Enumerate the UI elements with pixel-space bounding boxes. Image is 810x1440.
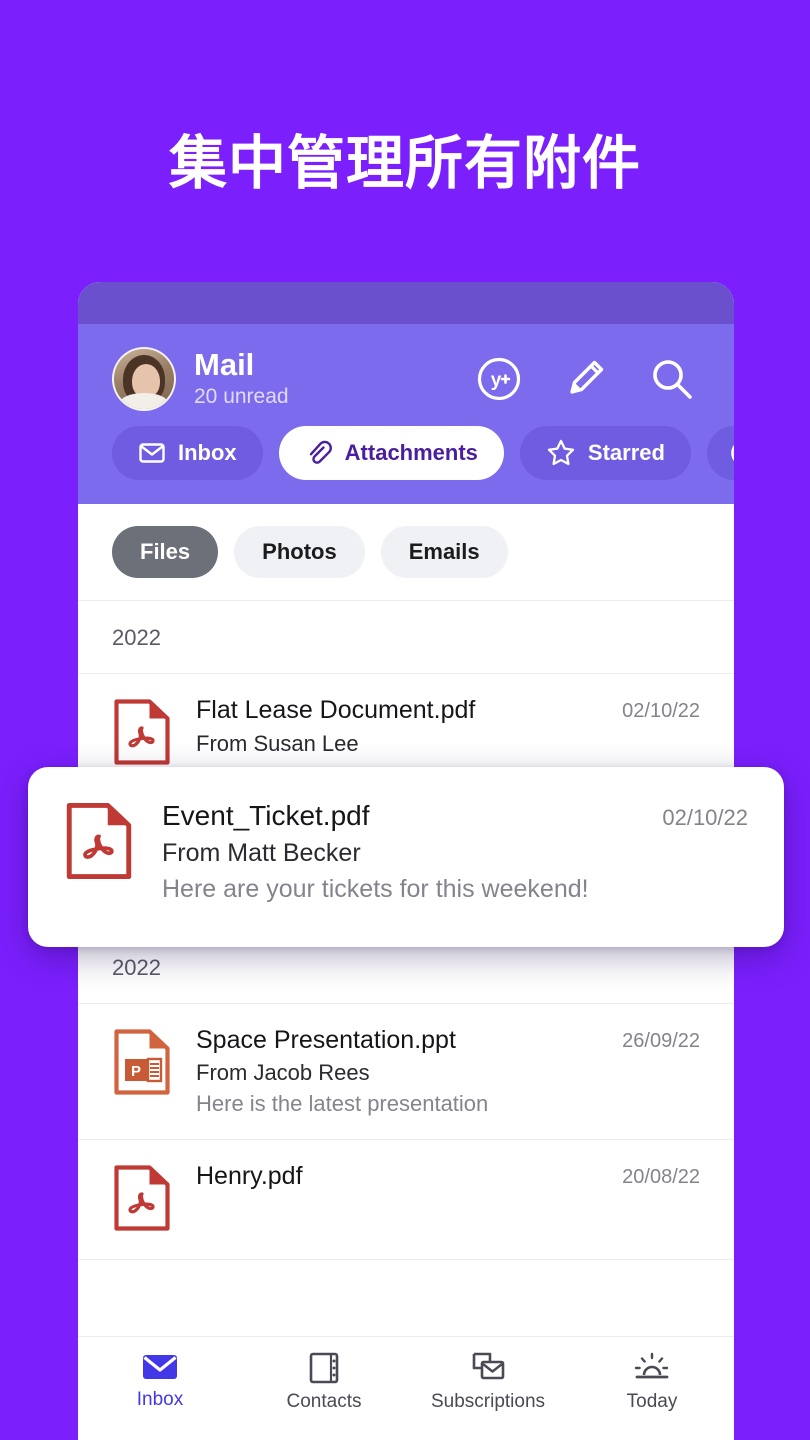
file-date: 02/10/22 — [622, 700, 700, 722]
file-preview: Here are your tickets for this weekend! — [162, 875, 589, 904]
highlight-attachment-card[interactable]: Event_Ticket.pdf From Matt Becker Here a… — [28, 767, 784, 947]
bottom-navigation: Inbox Contacts Subscriptions Today — [78, 1336, 734, 1440]
app-header-titles: Mail 20 unread — [194, 349, 476, 409]
chip-inbox[interactable]: Inbox — [112, 426, 263, 480]
search-icon[interactable] — [648, 355, 696, 403]
app-header-row: Mail 20 unread y — [78, 324, 734, 416]
file-sender: From Susan Lee — [196, 730, 359, 756]
file-date: 02/10/22 — [662, 805, 748, 830]
pdf-file-icon — [64, 801, 134, 886]
unread-count-label: 20 unread — [194, 384, 289, 408]
powerpoint-file-icon: P — [112, 1028, 172, 1101]
subscriptions-icon — [472, 1352, 505, 1380]
nav-label-contacts: Contacts — [286, 1391, 362, 1412]
status-bar-strip — [78, 282, 734, 324]
file-sender: From Jacob Rees — [196, 1060, 370, 1085]
envelope-filled-icon — [143, 1355, 177, 1379]
file-name: Space Presentation.ppt — [196, 1025, 456, 1054]
chip-starred-label: Starred — [587, 440, 665, 465]
app-header: Mail 20 unread y Inbox Attachments Starr… — [78, 324, 734, 504]
file-date: 26/09/22 — [622, 1029, 700, 1052]
chip-inbox-label: Inbox — [178, 440, 237, 465]
file-name: Flat Lease Document.pdf — [196, 696, 476, 724]
paperclip-icon — [309, 440, 332, 464]
promo-headline: 集中管理所有附件 — [168, 131, 641, 196]
file-name: Event_Ticket.pdf — [162, 800, 370, 831]
app-header-actions: y — [476, 355, 696, 403]
table-row[interactable]: P Space Presentation.ppt From Jacob Rees… — [78, 1003, 734, 1140]
app-title: Mail — [194, 347, 255, 383]
chip-overflow[interactable] — [706, 426, 734, 480]
compose-pencil-icon[interactable] — [562, 356, 608, 402]
chip-starred[interactable]: Starred — [519, 426, 691, 480]
nav-item-today[interactable]: Today — [570, 1351, 734, 1413]
file-text: Henry.pdf — [196, 1162, 608, 1192]
year-header: 2022 — [78, 601, 734, 674]
nav-item-contacts[interactable]: Contacts — [242, 1351, 406, 1413]
yahoo-plus-icon[interactable]: y — [476, 356, 522, 402]
envelope-icon — [139, 443, 165, 463]
avatar-body — [120, 393, 168, 409]
sunrise-icon — [634, 1352, 669, 1379]
file-text: Event_Ticket.pdf From Matt Becker Here a… — [162, 799, 648, 904]
file-sender: From Matt Becker — [162, 839, 361, 868]
avatar[interactable] — [112, 347, 176, 411]
chip-attachments[interactable]: Attachments — [278, 426, 504, 480]
tab-photos[interactable]: Photos — [234, 526, 365, 578]
pdf-file-icon — [112, 698, 172, 771]
nav-label-inbox: Inbox — [136, 1389, 184, 1410]
nav-label-subscriptions: Subscriptions — [430, 1391, 546, 1412]
star-icon — [547, 439, 575, 466]
filter-chips: Inbox Attachments Starred — [78, 426, 734, 480]
table-row[interactable]: Henry.pdf 20/08/22 — [78, 1140, 734, 1260]
file-text: Flat Lease Document.pdf From Susan Lee — [196, 696, 608, 757]
contacts-card-icon — [309, 1352, 339, 1384]
tab-emails[interactable]: Emails — [380, 526, 508, 578]
file-preview: Here is the latest presentation — [196, 1091, 489, 1116]
nav-label-today: Today — [626, 1391, 678, 1412]
svg-text:y: y — [491, 370, 502, 391]
chip-attachments-label: Attachments — [344, 440, 478, 465]
svg-text:P: P — [131, 1063, 141, 1080]
file-name: Henry.pdf — [196, 1162, 303, 1190]
file-date: 20/08/22 — [622, 1166, 700, 1188]
pdf-file-icon — [112, 1164, 172, 1237]
file-text: Space Presentation.ppt From Jacob Rees H… — [196, 1026, 608, 1118]
nav-item-subscriptions[interactable]: Subscriptions — [406, 1351, 570, 1413]
tab-files[interactable]: Files — [112, 526, 219, 578]
nav-item-inbox[interactable]: Inbox — [78, 1351, 242, 1411]
segment-tabs: Files Photos Emails — [78, 504, 734, 601]
circle-icon — [731, 444, 734, 462]
